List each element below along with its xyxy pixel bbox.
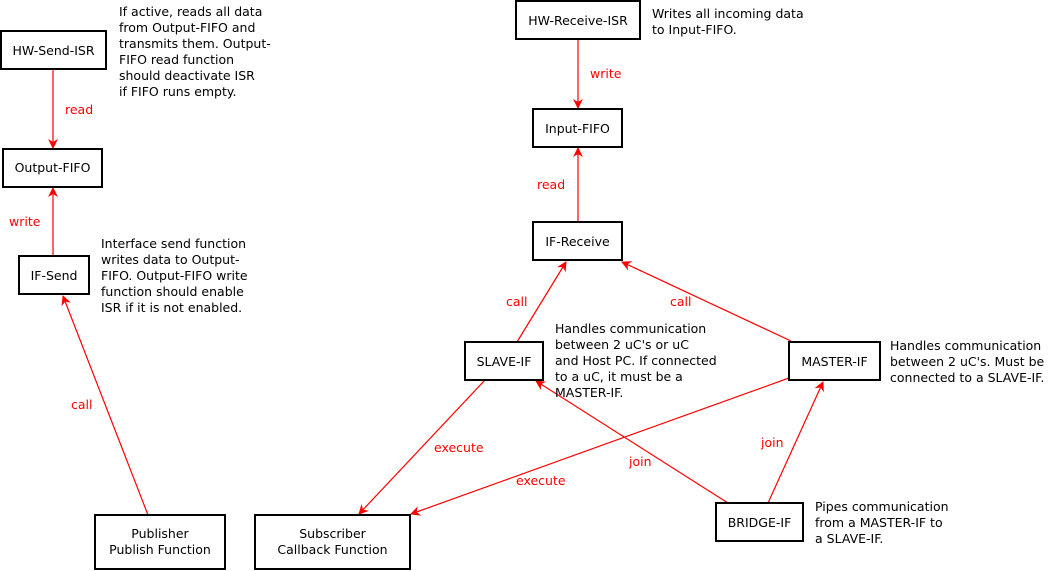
note-if-send: Interface send function writes data to O… bbox=[101, 236, 252, 315]
node-label: SLAVE-IF bbox=[477, 354, 532, 369]
node-master-if[interactable]: MASTER-IF bbox=[788, 341, 881, 381]
node-label: Publish Function bbox=[109, 542, 211, 557]
node-hw-receive-isr[interactable]: HW-Receive-ISR bbox=[515, 0, 641, 40]
node-label: Output-FIFO bbox=[15, 160, 91, 175]
node-label: Callback Function bbox=[277, 542, 387, 557]
node-input-fifo[interactable]: Input-FIFO bbox=[532, 108, 623, 148]
node-label: Input-FIFO bbox=[545, 121, 610, 136]
node-if-receive[interactable]: IF-Receive bbox=[532, 221, 623, 261]
node-publisher[interactable]: Publisher Publish Function bbox=[94, 514, 226, 570]
node-label: Subscriber bbox=[299, 526, 366, 541]
note-hw-receive-isr: Writes all incoming data to Input-FIFO. bbox=[652, 6, 808, 37]
node-label: IF-Receive bbox=[545, 234, 610, 249]
node-bridge-if[interactable]: BRIDGE-IF bbox=[715, 502, 804, 542]
diagram-canvas: read write call write read call call exe… bbox=[0, 0, 1048, 570]
edge-label-execute: execute bbox=[516, 473, 566, 488]
node-if-send[interactable]: IF-Send bbox=[18, 255, 90, 295]
note-master-if: Handles communication between 2 uC's. Mu… bbox=[890, 338, 1048, 385]
node-output-fifo[interactable]: Output-FIFO bbox=[2, 148, 103, 188]
node-label: BRIDGE-IF bbox=[728, 515, 792, 530]
node-label: HW-Send-ISR bbox=[12, 43, 94, 58]
note-hw-send-isr: If active, reads all data from Output-FI… bbox=[119, 4, 275, 99]
edge-label-execute: execute bbox=[434, 440, 484, 455]
edge-label-read: read bbox=[65, 102, 93, 117]
edge-label-call: call bbox=[670, 294, 691, 309]
node-label: HW-Receive-ISR bbox=[528, 13, 628, 28]
note-bridge-if: Pipes communication from a MASTER-IF to … bbox=[815, 499, 953, 546]
note-slave-if: Handles communication between 2 uC's or … bbox=[555, 321, 721, 400]
node-hw-send-isr[interactable]: HW-Send-ISR bbox=[0, 30, 107, 70]
edge-label-join: join bbox=[760, 435, 784, 450]
edge-label-write: write bbox=[9, 214, 41, 229]
edge-label-read: read bbox=[537, 177, 565, 192]
edge-label-call: call bbox=[71, 397, 92, 412]
edge-label-join: join bbox=[628, 454, 652, 469]
node-label: Publisher bbox=[131, 526, 189, 541]
node-subscriber[interactable]: Subscriber Callback Function bbox=[254, 514, 411, 570]
edge-label-write: write bbox=[590, 66, 622, 81]
node-label: IF-Send bbox=[31, 268, 78, 283]
node-slave-if[interactable]: SLAVE-IF bbox=[464, 341, 544, 381]
node-label: MASTER-IF bbox=[801, 354, 867, 369]
edge-label-call: call bbox=[506, 294, 527, 309]
